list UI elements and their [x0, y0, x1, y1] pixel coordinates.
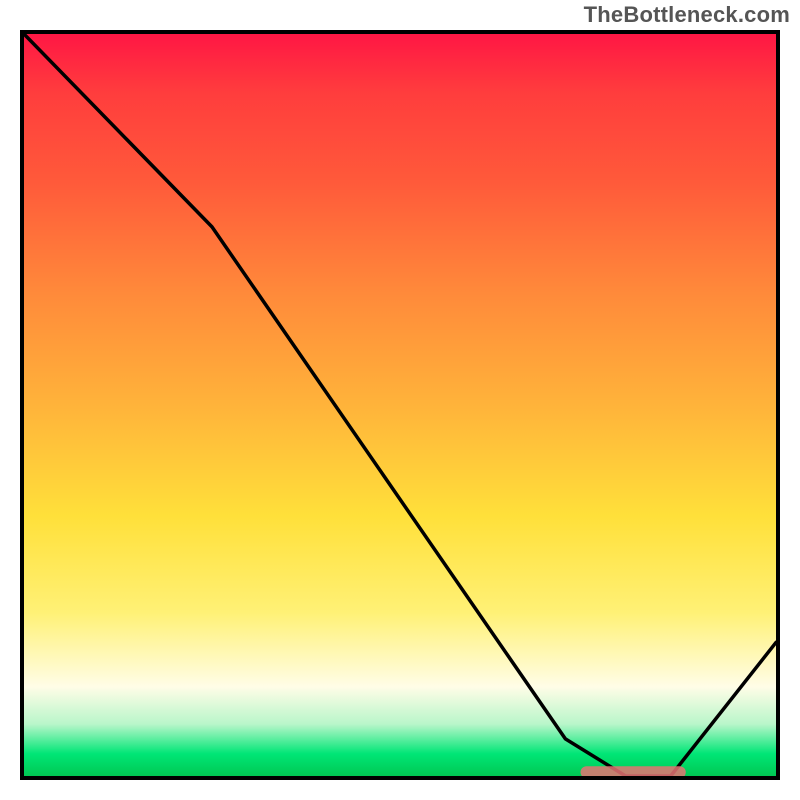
optimal-zone-marker	[581, 766, 686, 776]
bottleneck-curve-line	[24, 34, 776, 776]
chart-overlay	[24, 34, 776, 776]
chart-container: TheBottleneck.com	[0, 0, 800, 800]
watermark-text: TheBottleneck.com	[584, 2, 790, 28]
plot-area	[20, 30, 780, 780]
